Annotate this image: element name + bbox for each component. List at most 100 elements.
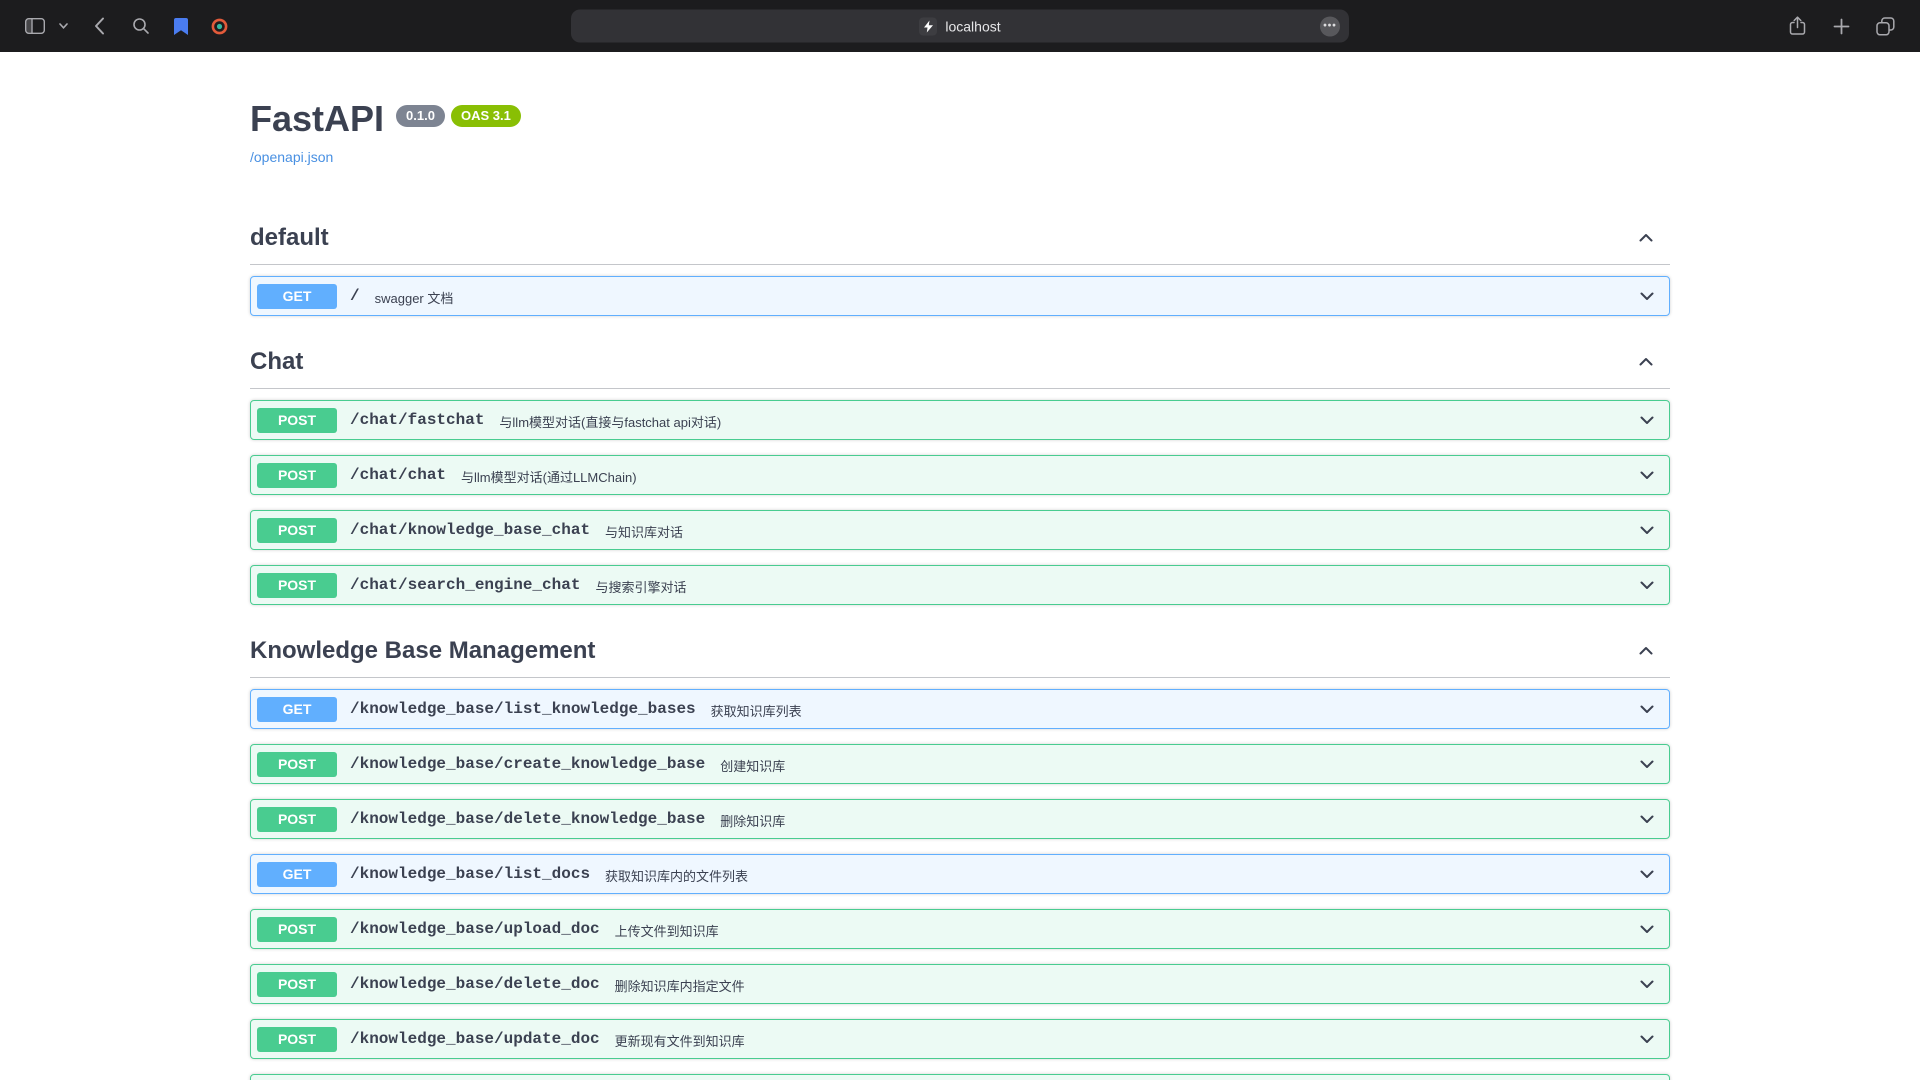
swagger-ui: FastAPI 0.1.0 OAS 3.1 /openapi.json defa…	[250, 52, 1670, 1080]
chevron-down-icon	[59, 23, 68, 29]
toolbar-left-group	[20, 10, 234, 42]
operations-list: GET / swagger 文档	[250, 276, 1670, 335]
collapse-section-button[interactable]	[1636, 641, 1656, 661]
tab-overview-icon	[1876, 17, 1895, 36]
operation-row[interactable]: POST /knowledge_base/create_knowledge_ba…	[250, 744, 1670, 784]
operation-path: /chat/fastchat	[350, 411, 484, 429]
expand-operation-button[interactable]	[1637, 410, 1657, 430]
chevron-down-icon	[1637, 286, 1657, 306]
lightning-favicon-icon	[923, 20, 934, 32]
operation-row[interactable]: POST /knowledge_base/delete_doc 删除知识库内指定…	[250, 964, 1670, 1004]
chevron-up-icon	[1636, 228, 1656, 248]
operation-path: /chat/search_engine_chat	[350, 576, 580, 594]
search-button[interactable]	[126, 10, 156, 42]
operation-row[interactable]: POST /knowledge_base/recreate_vector_sto…	[250, 1074, 1670, 1080]
method-badge: GET	[257, 284, 337, 309]
openapi-spec-link[interactable]: /openapi.json	[250, 149, 333, 165]
api-section: Knowledge Base Management GET /knowledge…	[250, 624, 1670, 1080]
tab-overview-button[interactable]	[1870, 10, 1900, 42]
operation-row[interactable]: POST /chat/fastchat 与llm模型对话(直接与fastchat…	[250, 400, 1670, 440]
operation-summary: 获取知识库内的文件列表	[605, 866, 748, 885]
operation-summary: 与llm模型对话(通过LLMChain)	[461, 467, 637, 486]
method-badge: GET	[257, 697, 337, 722]
operation-row[interactable]: GET / swagger 文档	[250, 276, 1670, 316]
chevron-down-icon	[1637, 754, 1657, 774]
expand-operation-button[interactable]	[1637, 699, 1657, 719]
operation-summary: 与搜索引擎对话	[595, 577, 686, 596]
expand-operation-button[interactable]	[1637, 520, 1657, 540]
back-icon	[94, 17, 105, 35]
operation-summary: 更新现有文件到知识库	[615, 1031, 745, 1050]
operation-path: /knowledge_base/list_docs	[350, 865, 590, 883]
operation-summary: 与llm模型对话(直接与fastchat api对话)	[499, 412, 721, 431]
chevron-down-icon	[1637, 520, 1657, 540]
expand-operation-button[interactable]	[1637, 465, 1657, 485]
operation-summary: 与知识库对话	[605, 522, 683, 541]
collapse-section-button[interactable]	[1636, 228, 1656, 248]
sidebar-chevron-button[interactable]	[56, 10, 70, 42]
operation-summary: 上传文件到知识库	[615, 921, 719, 940]
title-badges: 0.1.0 OAS 3.1	[396, 105, 521, 127]
sidebar-toggle-icon	[25, 18, 45, 34]
operation-row[interactable]: POST /chat/search_engine_chat 与搜索引擎对话	[250, 565, 1670, 605]
operation-path: /	[350, 287, 360, 305]
plus-icon	[1833, 18, 1850, 35]
extension-blue-button[interactable]	[166, 10, 196, 42]
expand-operation-button[interactable]	[1637, 754, 1657, 774]
expand-operation-button[interactable]	[1637, 919, 1657, 939]
expand-operation-button[interactable]	[1637, 575, 1657, 595]
collapse-section-button[interactable]	[1636, 352, 1656, 372]
chevron-down-icon	[1637, 919, 1657, 939]
chevron-down-icon	[1637, 974, 1657, 994]
expand-operation-button[interactable]	[1637, 809, 1657, 829]
new-tab-button[interactable]	[1826, 10, 1856, 42]
section-header[interactable]: default	[250, 211, 1670, 265]
operation-summary: 获取知识库列表	[711, 701, 802, 720]
operations-list: GET /knowledge_base/list_knowledge_bases…	[250, 689, 1670, 1080]
expand-operation-button[interactable]	[1637, 864, 1657, 884]
method-badge: POST	[257, 1027, 337, 1052]
operation-row[interactable]: POST /chat/knowledge_base_chat 与知识库对话	[250, 510, 1670, 550]
bookmark-extension-icon	[174, 18, 188, 35]
expand-operation-button[interactable]	[1637, 974, 1657, 994]
method-badge: POST	[257, 807, 337, 832]
operation-row[interactable]: POST /knowledge_base/delete_knowledge_ba…	[250, 799, 1670, 839]
extension-orange-button[interactable]	[204, 10, 234, 42]
toolbar-right-group	[1782, 10, 1900, 42]
method-badge: GET	[257, 862, 337, 887]
api-info: FastAPI 0.1.0 OAS 3.1 /openapi.json	[250, 98, 1670, 167]
method-badge: POST	[257, 752, 337, 777]
chevron-down-icon	[1637, 699, 1657, 719]
back-button[interactable]	[84, 10, 114, 42]
chevron-up-icon	[1636, 352, 1656, 372]
expand-operation-button[interactable]	[1637, 1029, 1657, 1049]
address-bar[interactable]: localhost •••	[571, 10, 1349, 43]
operation-row[interactable]: POST /knowledge_base/upload_doc 上传文件到知识库	[250, 909, 1670, 949]
chevron-down-icon	[1637, 809, 1657, 829]
method-badge: POST	[257, 917, 337, 942]
search-icon	[132, 17, 150, 35]
api-title-row: FastAPI 0.1.0 OAS 3.1	[250, 98, 1670, 140]
share-button[interactable]	[1782, 10, 1812, 42]
section-header[interactable]: Knowledge Base Management	[250, 624, 1670, 678]
operation-summary: 删除知识库内指定文件	[615, 976, 745, 995]
operation-row[interactable]: POST /knowledge_base/update_doc 更新现有文件到知…	[250, 1019, 1670, 1059]
api-sections: default GET / swagger 文档 Chat	[250, 211, 1670, 1080]
operation-summary: swagger 文档	[375, 288, 454, 307]
operation-row[interactable]: GET /knowledge_base/list_docs 获取知识库内的文件列…	[250, 854, 1670, 894]
chevron-down-icon	[1637, 410, 1657, 430]
oas-badge: OAS 3.1	[451, 105, 521, 127]
expand-operation-button[interactable]	[1637, 286, 1657, 306]
section-header[interactable]: Chat	[250, 335, 1670, 389]
share-icon	[1789, 16, 1806, 36]
method-badge: POST	[257, 408, 337, 433]
operation-row[interactable]: POST /chat/chat 与llm模型对话(通过LLMChain)	[250, 455, 1670, 495]
sidebar-toggle-button[interactable]	[20, 10, 50, 42]
site-favicon	[919, 17, 937, 35]
operation-path: /knowledge_base/create_knowledge_base	[350, 755, 705, 773]
chevron-down-icon	[1637, 465, 1657, 485]
page-menu-button[interactable]: •••	[1320, 16, 1340, 36]
url-text: localhost	[945, 18, 1000, 34]
method-badge: POST	[257, 463, 337, 488]
operation-row[interactable]: GET /knowledge_base/list_knowledge_bases…	[250, 689, 1670, 729]
